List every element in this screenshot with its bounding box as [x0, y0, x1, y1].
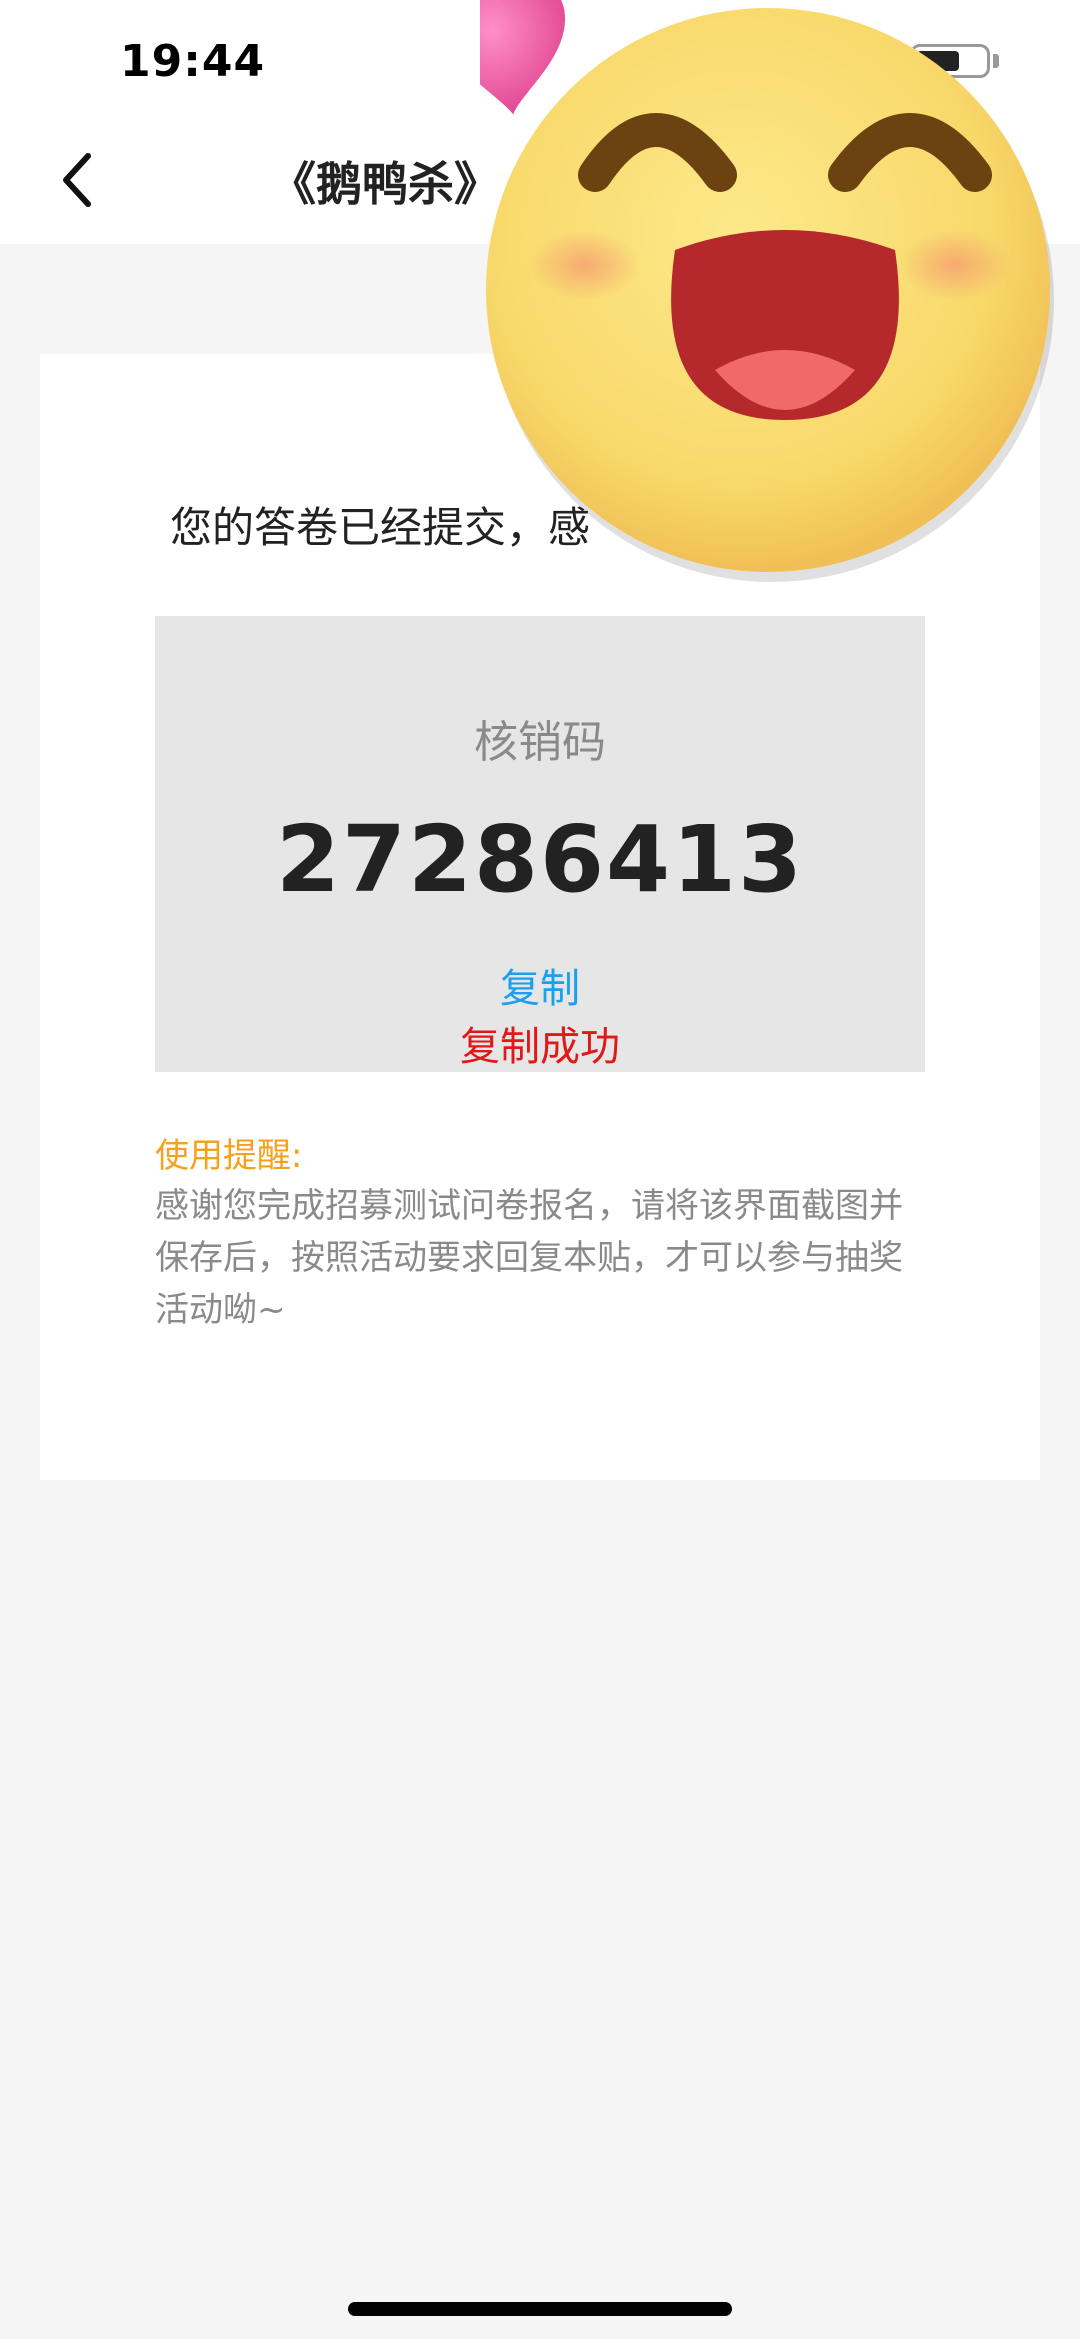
home-indicator[interactable]	[348, 2302, 732, 2316]
battery-icon	[910, 44, 990, 78]
copy-button[interactable]: 复制	[155, 956, 925, 1014]
code-label: 核销码	[474, 717, 606, 768]
back-button[interactable]	[40, 140, 120, 220]
tip-title: 使用提醒:	[155, 1136, 303, 1176]
tip-body: 感谢您完成招募测试问卷报名，请将该界面截图并保存后，按照活动要求回复本贴，才可以…	[155, 1186, 903, 1330]
battery-level	[917, 51, 959, 71]
code-value: 27286413	[275, 806, 805, 913]
page-title: 《鹅鸭杀》	[270, 157, 500, 211]
verification-code-box: 核销码 27286413 复制 复制成功	[155, 616, 925, 1072]
nav-bar: 《鹅鸭杀》	[0, 120, 1080, 244]
submit-message: 您的答卷已经提交，感	[170, 503, 591, 552]
screen: 19:44 《鹅鸭杀》 您的答卷已经提交，感 核销码 27286413 复制 复…	[0, 0, 1080, 2339]
chevron-left-icon	[63, 153, 91, 207]
copy-success-message: 复制成功	[460, 1024, 620, 1070]
result-card: 您的答卷已经提交，感 核销码 27286413 复制 复制成功 使用提醒: 感谢…	[40, 354, 1040, 1480]
status-bar: 19:44	[0, 0, 1080, 120]
status-time: 19:44	[120, 36, 266, 87]
battery-tip	[993, 54, 999, 68]
